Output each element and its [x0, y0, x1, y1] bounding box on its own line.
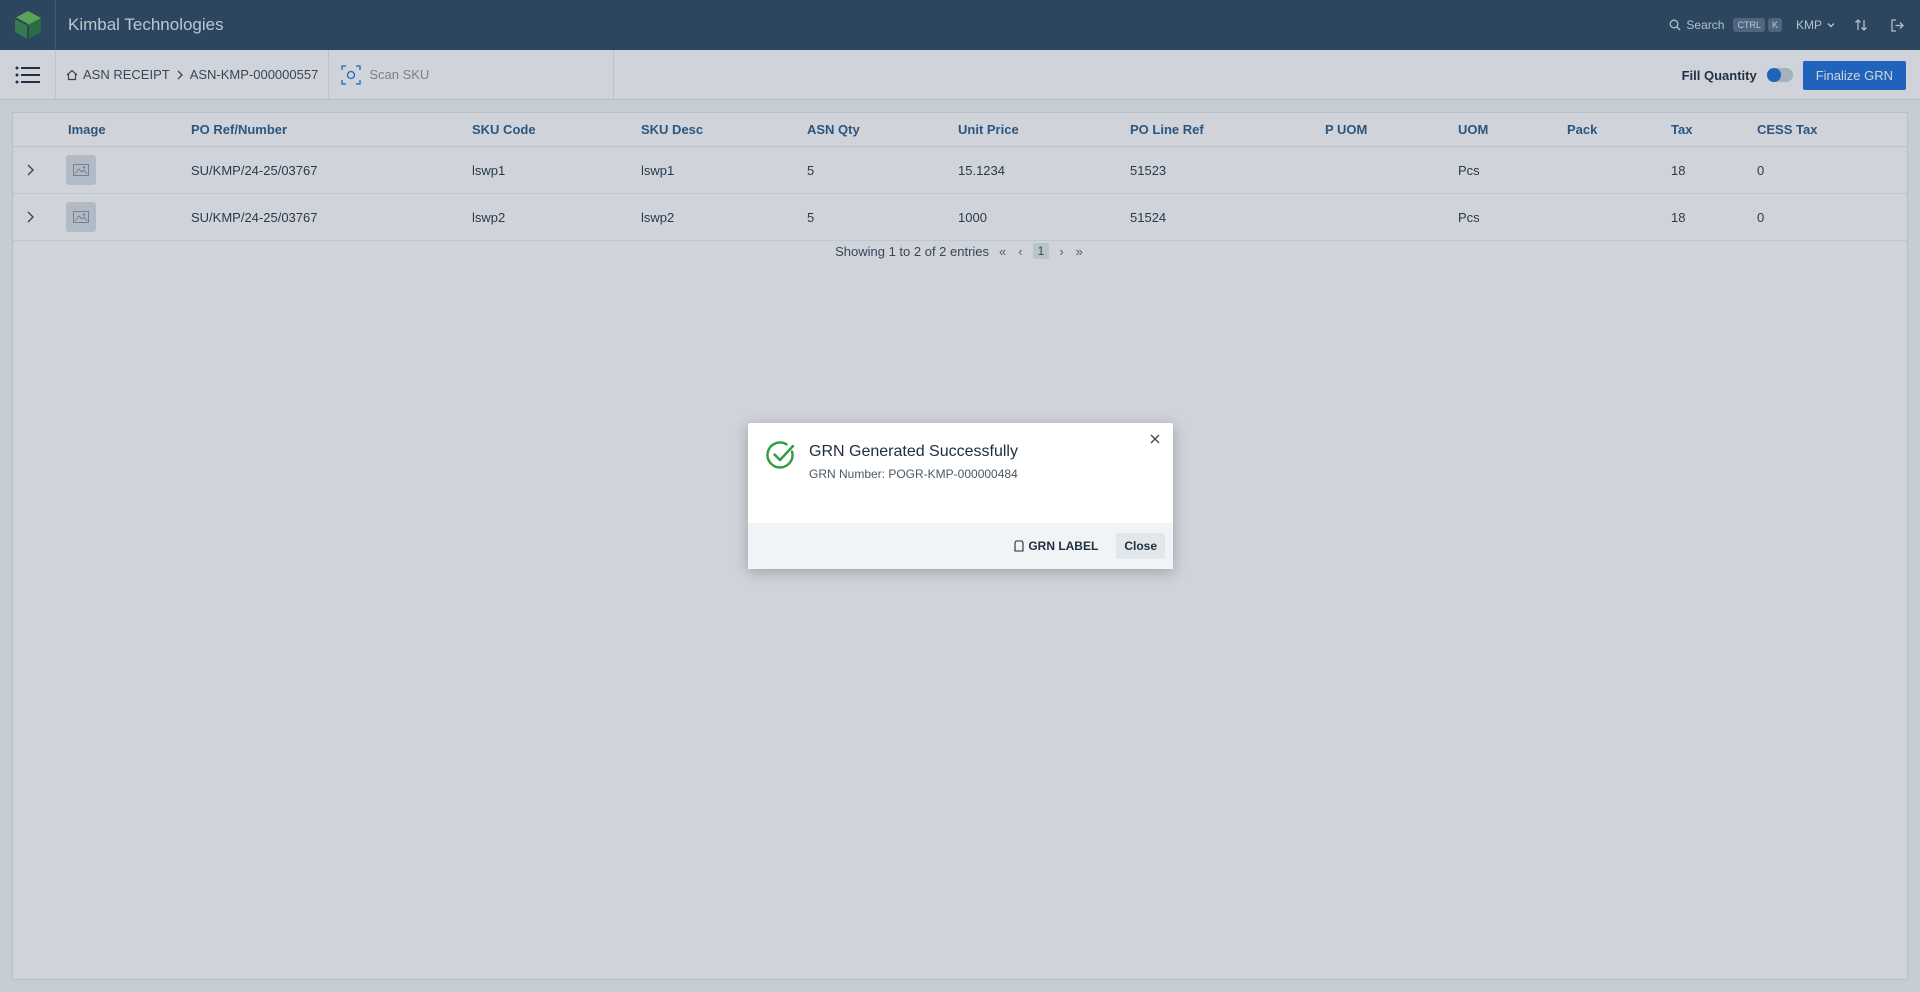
dialog-footer: GRN LABEL Close [748, 523, 1173, 569]
dialog-title: GRN Generated Successfully [809, 443, 1018, 460]
close-icon [1150, 434, 1160, 444]
success-check-icon [765, 439, 797, 476]
grn-success-dialog: GRN Generated Successfully GRN Number: P… [748, 423, 1173, 569]
dialog-close-button[interactable] [1147, 431, 1163, 447]
close-button[interactable]: Close [1116, 533, 1165, 559]
grn-number: GRN Number: POGR-KMP-000000484 [809, 467, 1018, 481]
label-icon [1014, 540, 1024, 552]
grn-label-button[interactable]: GRN LABEL [1006, 533, 1106, 559]
grn-label-text: GRN LABEL [1028, 539, 1099, 553]
